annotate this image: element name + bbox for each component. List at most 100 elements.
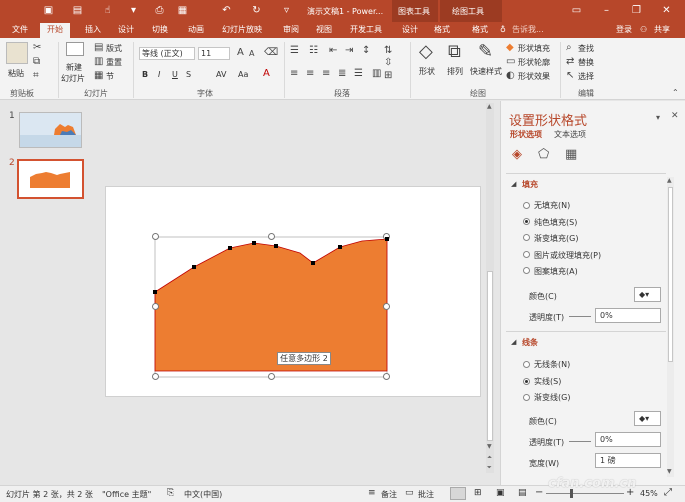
- underline-button[interactable]: U: [172, 70, 178, 79]
- option-label[interactable]: 图案填充(A): [534, 266, 578, 277]
- scrollbar-thumb[interactable]: [487, 271, 493, 441]
- edit-point[interactable]: [311, 261, 315, 265]
- pane-scroll-up-icon[interactable]: ▲: [667, 177, 672, 184]
- zoom-out-icon[interactable]: −: [535, 487, 543, 498]
- smartart-icon[interactable]: ⊞: [384, 71, 392, 81]
- align-left-icon[interactable]: ≡: [290, 69, 298, 79]
- find-button[interactable]: 查找: [578, 43, 594, 54]
- radio-pattern-fill[interactable]: [523, 267, 530, 274]
- tab-home[interactable]: 开始: [40, 23, 70, 38]
- edit-point[interactable]: [153, 290, 157, 294]
- layout-button[interactable]: 版式: [106, 43, 122, 54]
- shrink-font-icon[interactable]: A: [249, 49, 254, 59]
- columns-icon[interactable]: ▥: [372, 69, 381, 79]
- edit-point[interactable]: [252, 241, 256, 245]
- option-label[interactable]: 渐变线(G): [534, 392, 570, 403]
- resize-handle[interactable]: [152, 373, 159, 380]
- clear-format-icon[interactable]: ⌫: [264, 48, 278, 58]
- tab-text-options[interactable]: 文本选项: [554, 129, 586, 140]
- numbering-icon[interactable]: ☷: [309, 46, 318, 56]
- replace-button[interactable]: 替换: [578, 57, 594, 68]
- line-width-input[interactable]: 1 磅: [595, 453, 661, 468]
- line-spacing-icon[interactable]: ↕: [362, 46, 370, 56]
- tab-drawing-format[interactable]: 格式: [472, 24, 488, 36]
- new-slide-label-1[interactable]: 新建: [66, 62, 82, 73]
- slideshow-view-icon[interactable]: ▤: [518, 488, 527, 498]
- edit-point[interactable]: [274, 244, 278, 248]
- collapse-fill-icon[interactable]: ◢: [511, 180, 516, 188]
- quick-styles-icon[interactable]: ✎: [478, 43, 493, 61]
- arrange-icon[interactable]: ⧉: [448, 43, 461, 61]
- char-spacing-button[interactable]: AV: [216, 70, 226, 79]
- next-slide-icon[interactable]: ⏷: [487, 464, 492, 472]
- redo-icon[interactable]: ↻: [250, 4, 263, 17]
- pane-scroll-thumb[interactable]: [668, 187, 673, 362]
- vertical-scrollbar[interactable]: ▲ ▼ ⏶ ⏷: [486, 103, 494, 473]
- close-icon[interactable]: ✕: [660, 4, 673, 17]
- line-color-picker[interactable]: ◆▾: [634, 411, 661, 426]
- tab-animations[interactable]: 动画: [188, 24, 204, 36]
- comments-icon[interactable]: ▭: [405, 488, 414, 498]
- print-icon[interactable]: ⎙: [153, 4, 166, 17]
- radio-gradient-fill[interactable]: [523, 234, 530, 241]
- reset-button[interactable]: 重置: [106, 57, 122, 68]
- shapes-icon[interactable]: ◇: [419, 43, 433, 61]
- paste-icon[interactable]: [6, 42, 28, 64]
- shape-outline-icon[interactable]: ▭: [506, 57, 515, 67]
- resize-handle[interactable]: [268, 373, 275, 380]
- edit-point[interactable]: [228, 246, 232, 250]
- line-section-header[interactable]: 线条: [522, 337, 538, 348]
- tell-me-box[interactable]: 告诉我...: [512, 24, 544, 36]
- fill-line-icon[interactable]: ◈: [512, 147, 522, 162]
- tab-insert[interactable]: 插入: [85, 24, 101, 36]
- scroll-down-icon[interactable]: ▼: [487, 443, 492, 450]
- resize-handle[interactable]: [152, 303, 159, 310]
- shape-fill-button[interactable]: 形状填充: [518, 43, 550, 54]
- zoom-level[interactable]: 45%: [640, 489, 658, 498]
- paste-button[interactable]: 粘贴: [8, 68, 24, 79]
- option-label[interactable]: 纯色填充(S): [534, 217, 577, 228]
- tab-chart-format[interactable]: 格式: [434, 24, 450, 36]
- touch-mode-icon[interactable]: ☝: [101, 4, 114, 17]
- radio-no-fill[interactable]: [523, 202, 530, 209]
- shape-effects-icon[interactable]: ◐: [506, 71, 515, 81]
- pane-scroll-down-icon[interactable]: ▼: [667, 468, 672, 475]
- radio-no-line[interactable]: [523, 361, 530, 368]
- line-transparency-slider[interactable]: [569, 441, 591, 442]
- lightbulb-icon[interactable]: ♁: [500, 24, 506, 36]
- edit-point[interactable]: [385, 237, 389, 241]
- edit-point[interactable]: [192, 265, 196, 269]
- new-slide-label-2[interactable]: 幻灯片: [61, 73, 85, 84]
- restore-icon[interactable]: ❐: [630, 4, 643, 17]
- find-icon[interactable]: ⌕: [566, 43, 572, 53]
- reset-icon[interactable]: ▥: [94, 57, 103, 67]
- font-size-select[interactable]: 11: [198, 47, 230, 60]
- fit-to-window-icon[interactable]: ⤢: [664, 487, 672, 498]
- grow-font-icon[interactable]: A: [237, 48, 244, 58]
- italic-button[interactable]: I: [158, 70, 160, 79]
- align-center-icon[interactable]: ≡: [306, 69, 314, 79]
- radio-gradient-line[interactable]: [523, 394, 530, 401]
- notes-button[interactable]: 备注: [381, 489, 397, 500]
- tab-developer[interactable]: 开发工具: [350, 24, 382, 36]
- align-right-icon[interactable]: ≡: [322, 69, 330, 79]
- arrange-button[interactable]: 排列: [447, 66, 463, 77]
- option-label[interactable]: 实线(S): [534, 376, 561, 387]
- slideshow-icon[interactable]: ▤: [71, 4, 84, 17]
- slide-thumbnail-1[interactable]: [19, 112, 82, 148]
- section-button[interactable]: 节: [106, 71, 114, 82]
- shapes-button[interactable]: 形状: [419, 66, 435, 77]
- bullets-icon[interactable]: ☰: [290, 46, 299, 56]
- bold-button[interactable]: B: [142, 70, 148, 79]
- shadow-button[interactable]: S: [186, 70, 191, 79]
- replace-icon[interactable]: ⇄: [566, 57, 574, 67]
- customize-qat-icon[interactable]: ▿: [280, 4, 293, 17]
- shape-effects-button[interactable]: 形状效果: [518, 71, 550, 82]
- shape-outline-button[interactable]: 形状轮廓: [518, 57, 550, 68]
- option-label[interactable]: 无线条(N): [534, 359, 570, 370]
- resize-handle[interactable]: [383, 373, 390, 380]
- collapse-line-icon[interactable]: ◢: [511, 338, 516, 346]
- option-label[interactable]: 渐变填充(G): [534, 233, 578, 244]
- copy-icon[interactable]: ⧉: [33, 57, 40, 67]
- distributed-icon[interactable]: ☰: [354, 69, 363, 79]
